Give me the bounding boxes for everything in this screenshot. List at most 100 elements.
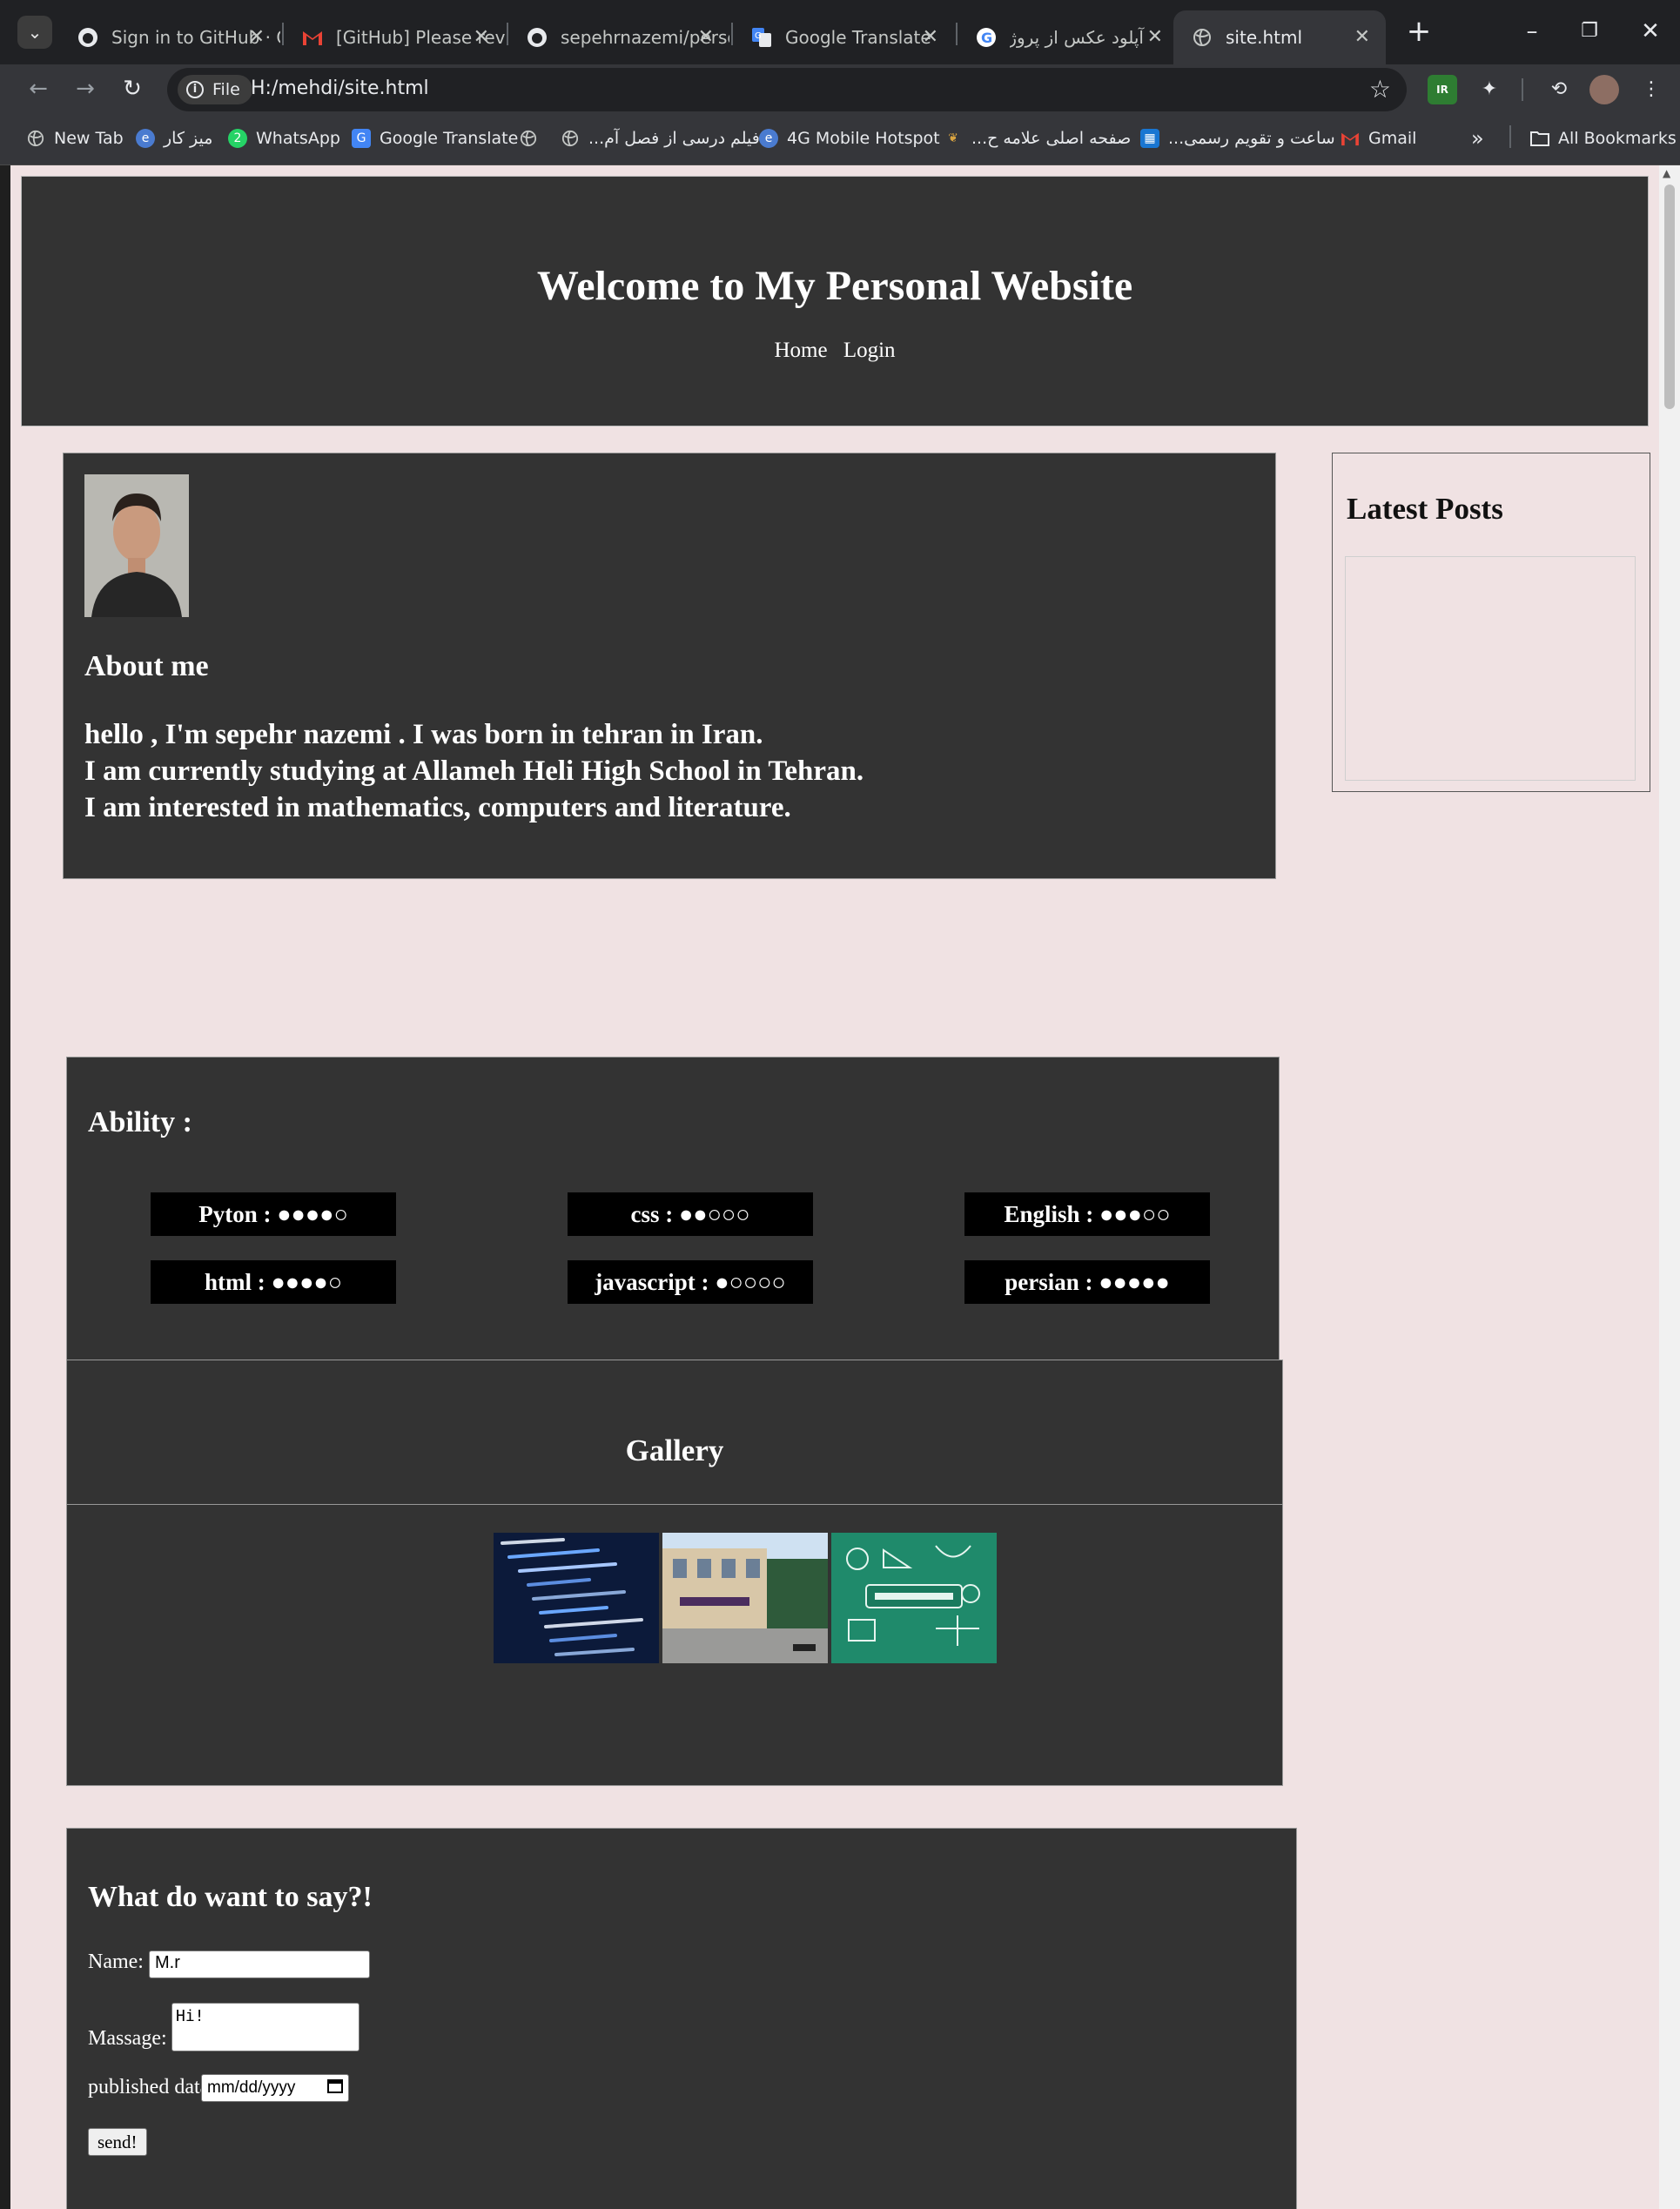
- skill-python: Pyton : ●●●●○: [151, 1192, 396, 1236]
- google-translate-icon: G: [750, 26, 773, 49]
- gallery-header: Gallery: [66, 1360, 1283, 1506]
- tab-gmail[interactable]: [GitHub] Please review ✕: [284, 10, 505, 64]
- ability-heading: Ability :: [88, 1106, 192, 1138]
- close-icon[interactable]: ✕: [1147, 26, 1163, 48]
- site-header: Welcome to My Personal Website Home Logi…: [21, 176, 1649, 426]
- close-icon[interactable]: ✕: [698, 26, 714, 48]
- contact-section: What do want to say?! Name: M.r Massage:…: [66, 1828, 1297, 2209]
- bookmark-4g-hotspot[interactable]: e 4G Mobile Hotspot: [759, 125, 940, 151]
- minimize-button[interactable]: –: [1506, 10, 1558, 52]
- school-icon: ❦: [948, 131, 958, 145]
- about-line: I am currently studying at Allameh Heli …: [84, 755, 864, 787]
- restore-button[interactable]: ❐: [1563, 10, 1616, 52]
- bookmark-star-icon[interactable]: ☆: [1369, 75, 1391, 104]
- name-field[interactable]: M.r: [149, 1950, 370, 1978]
- tab-search-button[interactable]: ⌄: [17, 16, 52, 49]
- message-textarea[interactable]: Hi!: [171, 2003, 360, 2051]
- github-icon: [77, 26, 99, 49]
- extension-icon[interactable]: IR: [1428, 75, 1457, 104]
- name-label: Name:: [88, 1950, 144, 1973]
- bookmark-google-translate[interactable]: G Google Translate: [352, 125, 518, 151]
- skill-css: css : ●●○○○: [568, 1192, 813, 1236]
- tab-google-translate[interactable]: G Google Translate ✕: [733, 10, 954, 64]
- gallery-heading: Gallery: [625, 1434, 724, 1467]
- globe-icon: [1191, 26, 1213, 49]
- bookmark-time-calendar[interactable]: ▦ ساعت و تقویم رسمی...: [1140, 125, 1335, 151]
- bookmark-desk[interactable]: e میز کار: [136, 125, 212, 151]
- bookmark-label: صفحه اصلی علامه ح...: [971, 129, 1132, 148]
- avatar[interactable]: [1589, 75, 1619, 104]
- plus-icon: +: [1406, 14, 1432, 49]
- math-chalkboard-image: [831, 1533, 997, 1663]
- tab-google-search[interactable]: G آپلود عکس از پروژه ✕: [958, 10, 1179, 64]
- tab-github-signin[interactable]: Sign in to GitHub · GitHub ✕: [59, 10, 280, 64]
- scroll-up-icon[interactable]: ▲: [1663, 167, 1670, 179]
- site-nav: Home Login: [22, 339, 1648, 363]
- address-bar[interactable]: i File H:/mehdi/site.html ☆: [167, 68, 1407, 111]
- scrollbar-thumb[interactable]: [1664, 185, 1675, 409]
- edu-icon: e: [136, 129, 155, 148]
- page-title: Welcome to My Personal Website: [536, 263, 1133, 309]
- date-placeholder: mm/dd/yyyy: [207, 2078, 296, 2097]
- gmail-icon: [1341, 129, 1360, 148]
- gallery-section: [66, 1504, 1283, 1786]
- globe-icon: [26, 129, 45, 148]
- site-info-label: File: [212, 80, 240, 99]
- bookmark-label: New Tab: [54, 129, 124, 148]
- google-translate-icon: G: [352, 129, 371, 148]
- close-icon[interactable]: ✕: [249, 26, 265, 48]
- bookmark-label: ساعت و تقویم رسمی...: [1168, 129, 1335, 148]
- bookmark-label: 4G Mobile Hotspot: [787, 129, 940, 148]
- close-icon[interactable]: ✕: [923, 26, 938, 48]
- globe-icon: [519, 129, 538, 148]
- bookmark-allameh-home[interactable]: ❦ صفحه اصلی علامه ح...: [944, 125, 1131, 151]
- close-window-button[interactable]: ✕: [1624, 10, 1677, 52]
- school-building-image: [662, 1533, 828, 1663]
- tab-site-html[interactable]: site.html ✕: [1173, 10, 1386, 64]
- skill-javascript: javascript : ●○○○○: [568, 1260, 813, 1304]
- latest-posts-panel: Latest Posts: [1332, 453, 1650, 792]
- send-button[interactable]: send!: [88, 2128, 147, 2156]
- nav-link-login[interactable]: Login: [843, 339, 896, 362]
- nav-link-home[interactable]: Home: [774, 339, 827, 362]
- performance-icon[interactable]: ⟲: [1544, 75, 1574, 104]
- extensions-puzzle-icon[interactable]: ✦: [1475, 75, 1504, 104]
- profile-photo: [84, 474, 189, 617]
- bookmark-lesson-video[interactable]: فیلم درسی از فصل آم...: [561, 125, 760, 151]
- bookmark-new-tab[interactable]: New Tab: [26, 125, 124, 151]
- page-scrollbar[interactable]: ▲: [1659, 165, 1680, 2209]
- url-text[interactable]: H:/mehdi/site.html: [251, 77, 429, 99]
- toolbar-divider: [1522, 78, 1523, 101]
- bookmark-unnamed[interactable]: [519, 125, 547, 151]
- whatsapp-icon: 2: [228, 129, 247, 148]
- more-bookmarks-button[interactable]: »: [1471, 125, 1484, 151]
- site-info-chip[interactable]: i File: [178, 75, 252, 104]
- reload-button[interactable]: ↻: [115, 71, 150, 106]
- chevron-double-right-icon: »: [1471, 126, 1484, 151]
- about-line: hello , I'm sepehr nazemi . I was born i…: [84, 719, 763, 750]
- page-viewport: Welcome to My Personal Website Home Logi…: [10, 165, 1680, 2209]
- calendar-icon[interactable]: [327, 2078, 343, 2098]
- back-button[interactable]: ←: [21, 71, 56, 106]
- about-line: I am interested in mathematics, computer…: [84, 792, 791, 823]
- close-icon[interactable]: ✕: [474, 26, 489, 48]
- skill-html: html : ●●●●○: [151, 1260, 396, 1304]
- forward-button[interactable]: →: [68, 71, 103, 106]
- date-field[interactable]: mm/dd/yyyy: [201, 2074, 349, 2102]
- bookmark-label: Gmail: [1368, 129, 1417, 148]
- google-icon: G: [975, 26, 998, 49]
- close-icon: ✕: [1641, 18, 1660, 44]
- new-tab-button[interactable]: +: [1401, 14, 1436, 49]
- tab-github-repo[interactable]: sepehrnazemi/personal ✕: [508, 10, 729, 64]
- bookmark-whatsapp[interactable]: 2 WhatsApp: [228, 125, 340, 151]
- bookmarks-bar: New Tab e میز کار 2 WhatsApp G Google Tr…: [0, 113, 1680, 165]
- bookmark-gmail[interactable]: Gmail: [1341, 125, 1416, 151]
- menu-icon[interactable]: ⋮: [1636, 75, 1666, 104]
- browser-chrome: ⌄ Sign in to GitHub · GitHub ✕ [GitHub] …: [0, 0, 1680, 165]
- latest-posts-heading: Latest Posts: [1347, 492, 1503, 526]
- bookmarks-divider: [1509, 125, 1511, 148]
- close-icon[interactable]: ✕: [1354, 26, 1370, 48]
- arrow-left-icon: ←: [29, 76, 48, 102]
- ability-section: Ability : Pyton : ●●●●○ css : ●●○○○ Engl…: [66, 1057, 1280, 1361]
- all-bookmarks-button[interactable]: All Bookmarks: [1530, 125, 1677, 151]
